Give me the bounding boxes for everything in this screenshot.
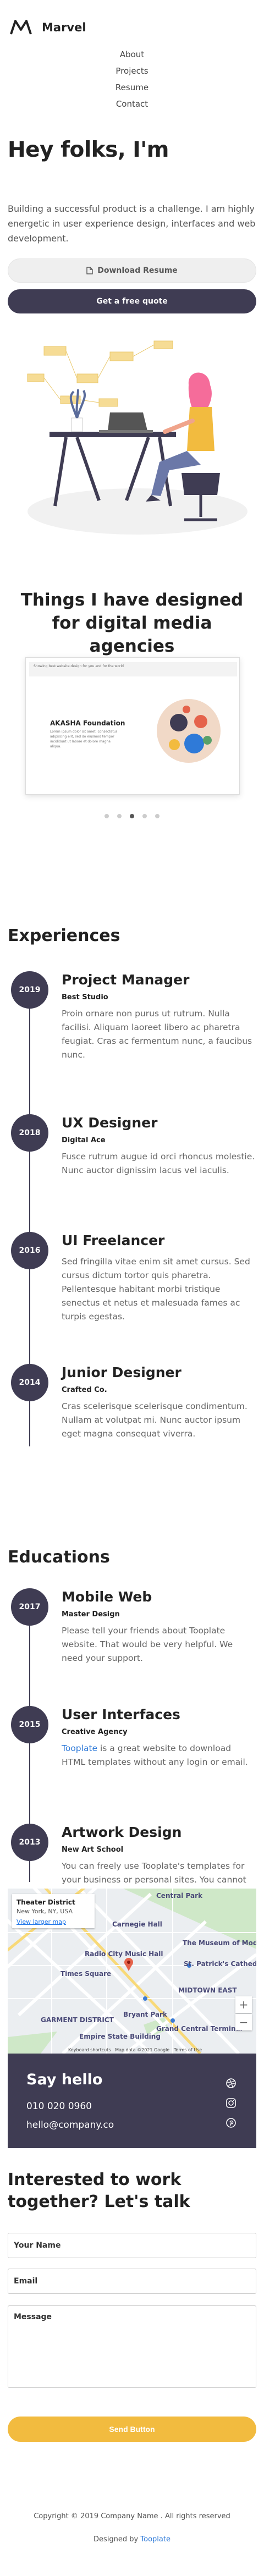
- tooplate-footer-link[interactable]: Tooplate: [140, 2535, 170, 2544]
- view-larger-map-link[interactable]: View larger map: [16, 1918, 90, 1925]
- copyright-text: Copyright © 2019 Company Name . All righ…: [34, 2512, 230, 2520]
- slider-dot[interactable]: [142, 814, 147, 818]
- dribbble-icon[interactable]: [226, 2078, 237, 2089]
- email-field[interactable]: [8, 2269, 256, 2294]
- slider-dot-active[interactable]: [130, 814, 134, 818]
- map-attribution: Keyboard shortcuts Map data ©2021 Google…: [68, 2047, 202, 2052]
- experiences-title: Experiences: [8, 926, 120, 945]
- message-field[interactable]: [8, 2305, 256, 2388]
- say-hello-panel: Say hello 010 020 0960 hello@company.co: [8, 2054, 256, 2148]
- slide-browser-bar: Showing best website design for you and …: [29, 662, 237, 676]
- experience-desc: Fusce rutrum augue id orci rhoncus moles…: [62, 1152, 255, 1175]
- free-quote-label: Get a free quote: [96, 297, 168, 306]
- nav-link-contact[interactable]: Contact: [0, 96, 264, 112]
- year-badge: 2016: [11, 1232, 48, 1269]
- slider-dot[interactable]: [117, 814, 122, 818]
- contact-email[interactable]: hello@company.co: [26, 2120, 114, 2131]
- map-label: The Museum of Modern Art: [183, 1939, 256, 1947]
- hero-text: Building a successful product is a chall…: [8, 203, 256, 244]
- year-badge: 2015: [11, 1706, 48, 1743]
- free-quote-button[interactable]: Get a free quote: [8, 289, 256, 313]
- map-data-text: Map data ©2021 Google: [115, 2047, 170, 2052]
- map-label: Times Square: [61, 1970, 112, 1978]
- experience-org: Best Studio: [62, 993, 108, 1001]
- say-hello-title: Say hello: [26, 2071, 103, 2088]
- tooplate-link[interactable]: Tooplate: [62, 1743, 97, 1753]
- designed-by-text: Designed by Tooplate: [0, 2535, 264, 2544]
- year-badge: 2019: [11, 971, 48, 1009]
- education-org: New Art School: [62, 1846, 124, 1854]
- map-label: Radio City Music Hall: [85, 1950, 163, 1958]
- pinterest-icon[interactable]: [226, 2117, 237, 2128]
- contact-title: Interested to work together? Let's talk: [8, 2170, 190, 2211]
- map-label: Bryant Park: [123, 2011, 167, 2018]
- experience-role: Project Manager: [62, 972, 190, 988]
- education-org: Creative Agency: [62, 1728, 128, 1736]
- navbar: Marvel About Projects Resume Contact: [0, 0, 264, 109]
- education-role: User Interfaces: [62, 1707, 180, 1722]
- education-role: Mobile Web: [62, 1589, 152, 1605]
- experience-desc: Proin ornare non purus ut rutrum. Nulla …: [62, 1009, 252, 1060]
- year-badge: 2013: [11, 1824, 48, 1861]
- project-slide[interactable]: Showing best website design for you and …: [25, 657, 240, 795]
- hero-title: Hey folks, I'm: [8, 137, 169, 162]
- nav-menu: About Projects Resume Contact: [0, 46, 264, 112]
- slider-dot[interactable]: [155, 814, 160, 818]
- google-map[interactable]: Theater District New York, NY, USA View …: [8, 1889, 256, 2054]
- experience-role: Junior Designer: [62, 1364, 182, 1380]
- file-icon: [86, 267, 93, 274]
- name-field[interactable]: [8, 2233, 256, 2258]
- map-place-address: New York, NY, USA: [16, 1908, 73, 1915]
- experience-desc: Sed fringilla vitae enim sit amet cursus…: [62, 1257, 250, 1322]
- map-label: Grand Central Terminal: [156, 2025, 243, 2033]
- education-desc: Please tell your friends about Tooplate …: [62, 1626, 233, 1663]
- download-resume-button[interactable]: Download Resume: [8, 258, 256, 283]
- slide-project-title: AKASHA Foundation: [50, 719, 125, 727]
- map-label: St. Patrick's Cathedral: [184, 1960, 256, 1968]
- slide-illustration: [157, 699, 221, 763]
- educations-title: Educations: [8, 1548, 110, 1567]
- instagram-icon[interactable]: [226, 2098, 237, 2109]
- experience-org: Crafted Co.: [62, 1386, 107, 1394]
- brand-name[interactable]: Marvel: [42, 21, 86, 34]
- map-label: Central Park: [156, 1892, 202, 1900]
- hero-illustration: [27, 340, 248, 535]
- nav-link-resume[interactable]: Resume: [0, 79, 264, 96]
- nav-link-projects[interactable]: Projects: [0, 63, 264, 79]
- contact-phone[interactable]: 010 020 0960: [26, 2101, 92, 2112]
- terms-of-use-link[interactable]: Terms of Use: [174, 2047, 202, 2052]
- brand-logo-icon[interactable]: [10, 19, 32, 35]
- experience-org: Digital Ace: [62, 1136, 106, 1144]
- zoom-out-button[interactable]: −: [235, 2014, 252, 2030]
- year-badge: 2018: [11, 1114, 48, 1152]
- nav-link-about[interactable]: About: [0, 46, 264, 63]
- map-place-name: Theater District: [16, 1898, 75, 1906]
- education-role: Artwork Design: [62, 1824, 182, 1840]
- education-desc: Tooplate is a great website to download …: [62, 1742, 256, 1769]
- slider-dots: [105, 814, 160, 818]
- download-resume-label: Download Resume: [97, 266, 178, 275]
- map-label: Carnegie Hall: [112, 1920, 162, 1928]
- map-label: MIDTOWN EAST: [178, 1986, 237, 1994]
- designs-section-title: Things I have designed for digital media…: [20, 590, 244, 656]
- send-button[interactable]: Send Button: [8, 2417, 256, 2442]
- education-org: Master Design: [62, 1610, 120, 1619]
- experience-desc: Cras scelerisque scelerisque condimentum…: [62, 1401, 248, 1439]
- experience-role: UI Freelancer: [62, 1232, 165, 1248]
- designed-by-prefix: Designed by: [94, 2535, 141, 2544]
- slide-project-text: Lorem ipsum dolor sit amet, consectetur …: [50, 730, 118, 748]
- keyboard-shortcuts-link[interactable]: Keyboard shortcuts: [68, 2047, 111, 2052]
- map-label: Empire State Building: [79, 2033, 161, 2040]
- year-badge: 2014: [11, 1364, 48, 1401]
- year-badge: 2017: [11, 1588, 48, 1626]
- zoom-in-button[interactable]: +: [235, 1996, 252, 2013]
- slider-dot[interactable]: [105, 814, 109, 818]
- experience-role: UX Designer: [62, 1115, 158, 1131]
- map-info-card: Theater District New York, NY, USA View …: [12, 1894, 95, 1928]
- map-label: GARMENT DISTRICT: [41, 2016, 114, 2024]
